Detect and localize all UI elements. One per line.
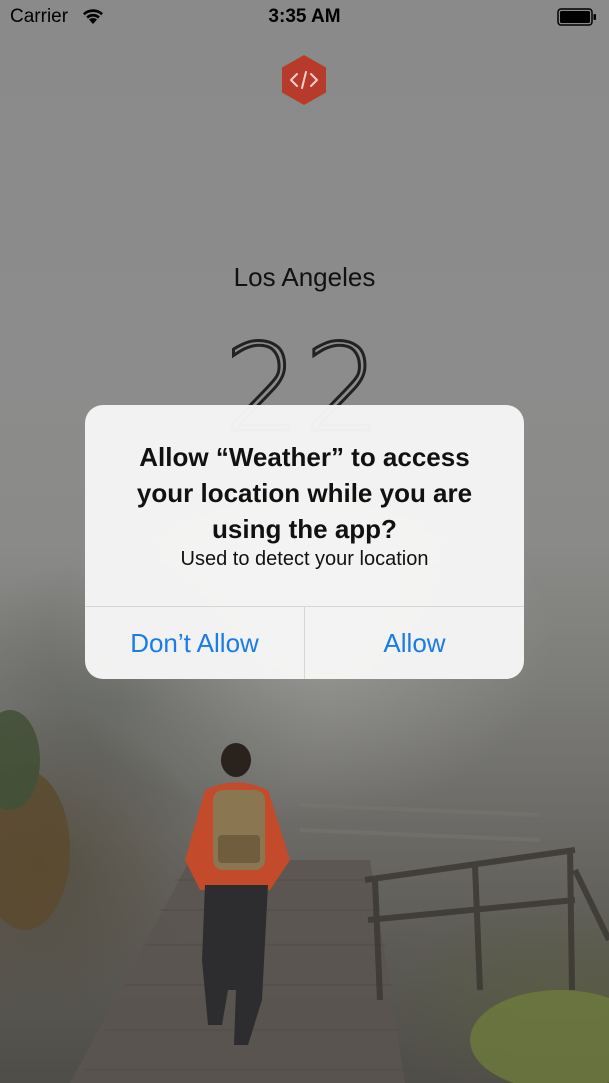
battery-full-icon	[557, 8, 597, 32]
dont-allow-button[interactable]: Don’t Allow	[85, 607, 304, 679]
alert-title: Allow “Weather” to access your location …	[136, 442, 473, 544]
app-screen: Carrier 3:35 AM Los Angeles 22 Allow “We…	[0, 0, 609, 1083]
city-name: Los Angeles	[233, 262, 376, 292]
status-time: 3:35 AM	[268, 6, 341, 27]
alert-message: Used to detect your location	[180, 548, 429, 570]
location-permission-alert: Allow “Weather” to access your location …	[85, 405, 524, 679]
status-bar: Carrier 3:35 AM	[0, 0, 609, 34]
allow-button[interactable]: Allow	[305, 607, 524, 679]
code-brackets-hexagon-icon	[280, 54, 328, 106]
